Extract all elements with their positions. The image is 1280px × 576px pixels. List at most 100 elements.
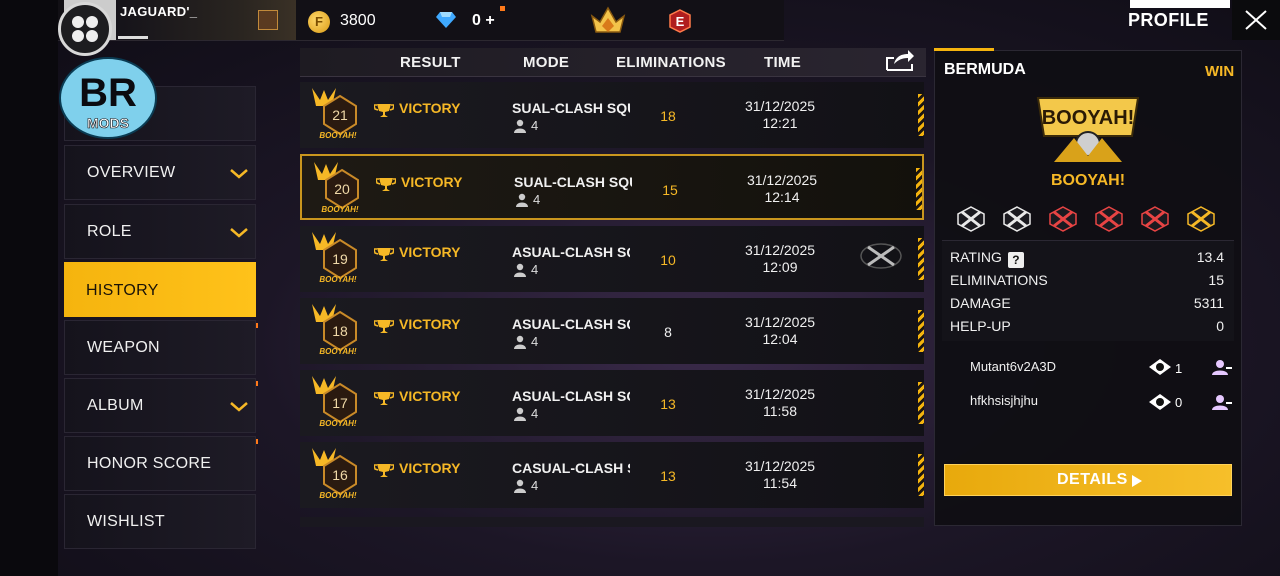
sidebar-item-label: OVERVIEW [87, 164, 176, 181]
rank-number: 18 [332, 323, 348, 339]
player-count-icon [514, 119, 526, 133]
booyah-banner-icon: BOOYAH! [1036, 97, 1140, 162]
kill-skull-icon [1149, 394, 1171, 410]
crown-rank-icon[interactable] [590, 4, 626, 36]
left-edge [0, 0, 58, 576]
sidebar-item-history[interactable]: HISTORY [64, 262, 256, 317]
booyah-rank-badge-icon: 17 BOOYAH! [312, 376, 357, 428]
close-icon [1245, 10, 1267, 30]
player-count: 4 [531, 262, 539, 277]
booyah-rank-badge-icon: 21 BOOYAH! [312, 88, 357, 140]
trophy-icon [374, 104, 394, 117]
result-label: VICTORY [399, 460, 461, 476]
result-label: VICTORY [401, 174, 463, 190]
stat-value-damage: 5311 [1193, 295, 1224, 311]
sidebar-item-weapon[interactable]: WEAPON [64, 320, 256, 375]
history-row[interactable]: 21 BOOYAH! VICTORY SUAL-CLASH SQU 4 18 31/12/2… [300, 82, 924, 148]
player-name: JAGUARD'_ [120, 4, 198, 19]
player-count: 4 [531, 406, 539, 421]
close-button[interactable] [1232, 0, 1280, 40]
trophy-icon [374, 464, 394, 477]
add-friend-icon[interactable] [1211, 358, 1233, 376]
add-friend-icon[interactable] [1211, 393, 1233, 411]
stat-value-help-up: 0 [1216, 318, 1224, 334]
booyah-label: BOOYAH! [1050, 172, 1126, 189]
match-date: 31/12/2025 [744, 242, 816, 258]
result-label: VICTORY [399, 244, 461, 260]
e-badge-icon[interactable]: E [668, 9, 692, 33]
sidebar-item-label: WEAPON [87, 339, 160, 356]
honor-badge-6-icon [1187, 206, 1215, 232]
sidebar-item-wishlist[interactable]: WISHLIST [64, 494, 256, 549]
stat-value-rating: 13.4 [1196, 249, 1224, 265]
sidebar-item-overview[interactable]: OVERVIEW [64, 145, 256, 200]
eliminations-value: 13 [660, 468, 676, 484]
mode-label: SUAL-CLASH SQU [514, 174, 632, 190]
row-accent-stripe [918, 238, 924, 280]
stat-label-damage: DAMAGE [950, 295, 1011, 311]
result-label: VICTORY [399, 388, 461, 404]
history-row[interactable]: 17 BOOYAH! VICTORY ASUAL-CLASH SC 4 13 31/12/2… [300, 370, 924, 436]
booyah-rank-badge-icon: 19 BOOYAH! [312, 232, 357, 284]
player-count: 4 [531, 334, 539, 349]
share-icon[interactable] [884, 48, 916, 72]
sidebar-item-album[interactable]: ALBUM [64, 378, 256, 433]
header-time: TIME [764, 54, 802, 71]
top-indicator [1130, 0, 1230, 8]
svg-text:BOOYAH!: BOOYAH! [1042, 107, 1135, 129]
details-button[interactable]: DETAILS [944, 464, 1232, 496]
sidebar-item-label: ALBUM [87, 397, 144, 414]
honor-badge-1-icon [957, 206, 985, 232]
chevron-down-icon [230, 228, 248, 238]
crossed-weapons-icon [860, 243, 902, 269]
teammate-name: Mutant6v2A3D [970, 359, 1056, 374]
stat-label-eliminations: ELIMINATIONS [950, 272, 1048, 288]
player-count-icon [514, 263, 526, 277]
sidebar-item-role[interactable]: ROLE [64, 204, 256, 259]
rank-number: 17 [332, 395, 348, 411]
match-date: 31/12/2025 [744, 458, 816, 474]
match-stats: RATING? 13.4 ELIMINATIONS 15 DAMAGE 5311… [942, 240, 1234, 341]
player-count: 4 [531, 478, 539, 493]
panel-accent [934, 48, 994, 51]
menu-button[interactable] [58, 2, 112, 56]
mode-label: CASUAL-CLASH SI [512, 460, 630, 476]
sidebar-item-label: HONOR SCORE [87, 455, 212, 472]
history-row[interactable]: 20 BOOYAH! VICTORY SUAL-CLASH SQU 4 15 31/12/2… [300, 154, 924, 220]
diamond-count[interactable]: 0 + [472, 12, 495, 30]
honor-badge-2-icon [1003, 206, 1031, 232]
eliminations-value: 13 [660, 396, 676, 412]
row-accent-stripe [918, 94, 924, 136]
match-date: 31/12/2025 [744, 386, 816, 402]
svg-text:MODS: MODS [87, 115, 129, 131]
trophy-icon [374, 248, 394, 261]
sidebar-item-honor-score[interactable]: HONOR SCORE [64, 436, 256, 491]
sidebar-item-label: HISTORY [86, 282, 159, 299]
guild-banner-icon [258, 10, 278, 30]
result-label: VICTORY [399, 316, 461, 332]
svg-text:BR: BR [79, 71, 137, 115]
honor-badge-5-icon [1141, 206, 1169, 232]
history-row[interactable]: 19 BOOYAH! VICTORY ASUAL-CLASH SQ 4 10 31/12/2… [300, 226, 924, 292]
match-time: 11:54 [763, 475, 797, 491]
chevron-down-icon [230, 402, 248, 412]
match-time: 12:04 [762, 331, 798, 347]
trophy-icon [374, 320, 394, 333]
match-date: 31/12/2025 [746, 172, 818, 188]
notification-dot [500, 6, 505, 11]
header-mode: MODE [523, 54, 570, 71]
booyah-tag: BOOYAH! [319, 131, 357, 140]
booyah-tag: BOOYAH! [319, 491, 357, 500]
player-count: 4 [531, 118, 539, 133]
history-row[interactable]: 18 BOOYAH! VICTORY ASUAL-CLASH SQ 4 8 31/12/20… [300, 298, 924, 364]
diamond-icon [436, 12, 456, 28]
history-row[interactable]: 16 BOOYAH! VICTORY CASUAL-CLASH SI 4 13 31/12/… [300, 442, 924, 508]
page-title: PROFILE [1128, 10, 1209, 30]
match-time: 11:58 [763, 403, 797, 419]
row-accent-stripe [918, 454, 924, 496]
help-icon[interactable]: ? [1007, 252, 1024, 268]
row-accent-stripe [916, 168, 922, 210]
booyah-rank-badge-icon: 20 BOOYAH! [314, 162, 359, 214]
mode-label: ASUAL-CLASH SC [512, 388, 630, 404]
header-eliminations: ELIMINATIONS [616, 54, 726, 71]
